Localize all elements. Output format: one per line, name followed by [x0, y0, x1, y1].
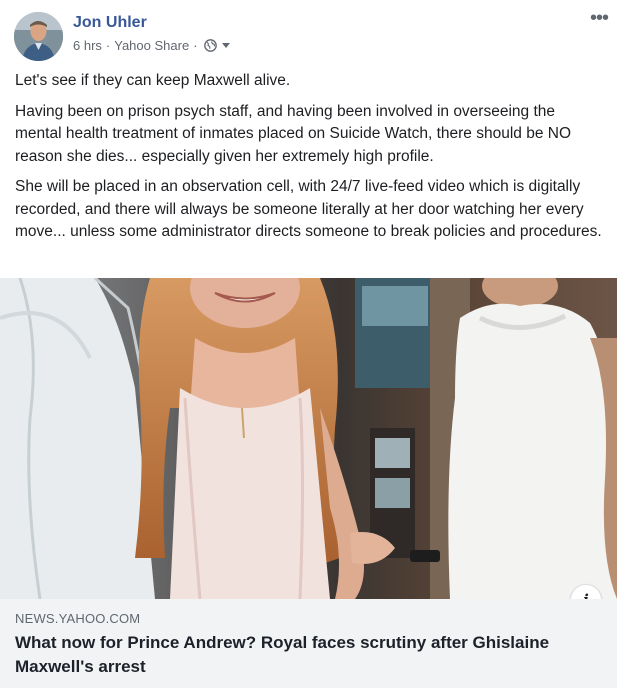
- post-source[interactable]: Yahoo Share: [114, 38, 189, 53]
- link-caption[interactable]: NEWS.YAHOO.COM What now for Prince Andre…: [0, 599, 617, 688]
- privacy-dropdown-icon[interactable]: [221, 43, 230, 48]
- post-timestamp[interactable]: 6 hrs: [73, 38, 102, 53]
- link-title[interactable]: What now for Prince Andrew? Royal faces …: [15, 631, 575, 679]
- author-avatar[interactable]: [14, 12, 63, 61]
- link-preview-image[interactable]: [0, 278, 617, 599]
- post-paragraph: Let's see if they can keep Maxwell alive…: [15, 72, 291, 89]
- globe-icon[interactable]: [203, 39, 217, 52]
- more-horizontal-icon[interactable]: •••: [590, 8, 609, 28]
- post-header: Jon Uhler 6 hrs · Yahoo Share · •••: [14, 8, 609, 61]
- post-text: Let's see if they can keep Maxwell alive…: [15, 70, 605, 252]
- post-paragraph: She will be placed in an observation cel…: [15, 178, 602, 240]
- meta-separator: ·: [105, 38, 111, 53]
- link-domain: NEWS.YAHOO.COM: [15, 611, 141, 626]
- post-paragraph: Having been on prison psych staff, and h…: [15, 102, 572, 165]
- photo: [0, 278, 617, 599]
- meta-separator: ·: [193, 38, 198, 53]
- author-name[interactable]: Jon Uhler: [73, 14, 147, 32]
- post-meta: 6 hrs · Yahoo Share ·: [73, 38, 230, 53]
